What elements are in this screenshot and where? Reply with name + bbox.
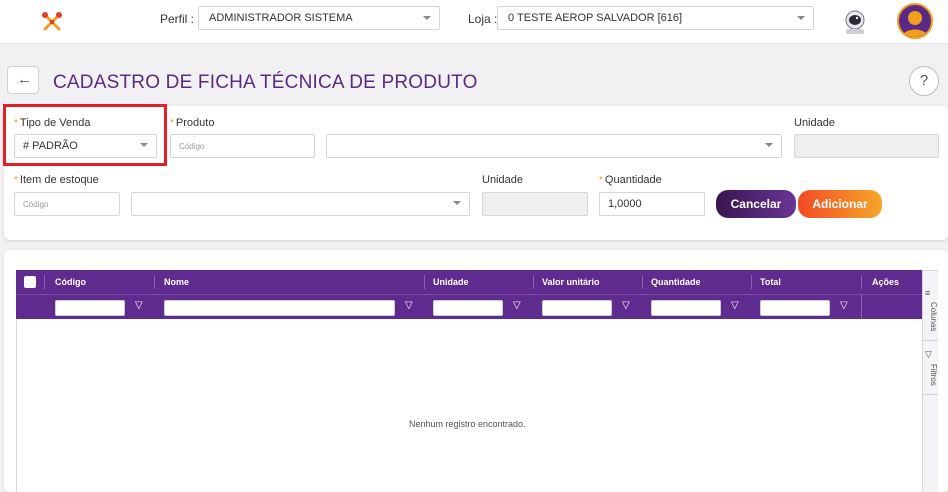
filter-icon[interactable]: ▽ (135, 300, 143, 311)
column-separator (154, 275, 155, 289)
column-separator (751, 275, 752, 289)
grid-filter-row: ▽ ▽ ▽ ▽ ▽ ▽ (16, 294, 938, 320)
food-tools-logo-icon (42, 12, 62, 31)
column-separator (44, 275, 45, 289)
column-separator (642, 275, 643, 289)
astronaut-icon[interactable] (843, 9, 867, 35)
empty-message: Nenhum registro encontrado. (409, 419, 526, 429)
filter-icon[interactable]: ▽ (731, 300, 739, 311)
column-header-codigo[interactable]: Código (55, 277, 86, 287)
item-estoque-select[interactable] (131, 192, 470, 216)
filter-codigo-input[interactable] (55, 300, 125, 316)
item-codigo-input[interactable]: Código (14, 192, 120, 216)
user-icon (902, 11, 928, 37)
filter-icon[interactable]: ▽ (622, 300, 630, 311)
side-separator (922, 394, 938, 395)
cancel-button[interactable]: Cancelar (716, 190, 796, 218)
column-header-valor-unitario[interactable]: Valor unitário (542, 277, 600, 287)
filter-valor-input[interactable] (542, 300, 612, 316)
column-header-unidade[interactable]: Unidade (433, 277, 469, 287)
arrow-left-icon: ← (17, 71, 32, 88)
filter-icon[interactable]: ▽ (840, 300, 848, 311)
chevron-down-icon (423, 16, 431, 20)
item-estoque-label: * Item de estoque (14, 174, 99, 186)
help-button[interactable]: ? (909, 66, 939, 96)
produto-label-text: Produto (175, 117, 215, 129)
select-all-checkbox[interactable] (24, 276, 36, 288)
column-header-acoes: Ações (872, 277, 900, 287)
produto-label: * Produto (170, 117, 214, 129)
quantidade-input[interactable]: 1,0000 (599, 192, 705, 216)
quantidade-label-text: Quantidade (604, 174, 662, 186)
loja-select[interactable]: 0 TESTE AEROP SALVADOR [616] (497, 6, 814, 30)
side-separator (922, 340, 938, 341)
filter-nome-input[interactable] (164, 300, 395, 316)
back-button[interactable]: ← (7, 66, 39, 94)
unidade-label: Unidade (794, 117, 835, 129)
columns-icon[interactable]: ≡ (925, 288, 930, 298)
column-header-nome[interactable]: Nome (164, 277, 189, 287)
column-separator (533, 275, 534, 289)
filter-total-input[interactable] (760, 300, 830, 316)
loja-label: Loja : (468, 12, 498, 26)
perfil-value: ADMINISTRADOR SISTEMA (209, 12, 353, 24)
column-header-total[interactable]: Total (760, 277, 781, 287)
produto-codigo-input[interactable]: Código (170, 134, 315, 158)
column-separator (424, 275, 425, 289)
item-estoque-label-text: Item de estoque (19, 174, 99, 186)
grid-header: Código Nome Unidade Valor unitário Quant… (16, 270, 938, 294)
chevron-down-icon (765, 143, 773, 147)
chevron-down-icon (453, 201, 461, 205)
filter-icon[interactable]: ▽ (513, 300, 521, 311)
perfil-select[interactable]: ADMINISTRADOR SISTEMA (198, 6, 440, 30)
column-separator (861, 295, 862, 320)
filter-icon[interactable]: ▽ (405, 300, 413, 311)
grid-body (16, 319, 922, 492)
item-unidade-input (482, 192, 588, 216)
highlight-box (3, 104, 167, 166)
loja-value: 0 TESTE AEROP SALVADOR [616] (508, 12, 683, 24)
perfil-label: Perfil : (160, 12, 195, 26)
required-mark: * (599, 175, 603, 186)
chevron-down-icon (797, 16, 805, 20)
column-header-quantidade[interactable]: Quantidade (651, 277, 701, 287)
filter-icon[interactable]: ▽ (925, 349, 932, 360)
side-tab-filtros[interactable]: Filtros (922, 362, 938, 386)
page-title: CADASTRO DE FICHA TÉCNICA DE PRODUTO (53, 72, 478, 93)
quantidade-label: * Quantidade (599, 174, 662, 186)
produto-select[interactable] (326, 134, 782, 158)
side-tab-colunas[interactable]: Colunas (922, 300, 938, 331)
filter-quantidade-input[interactable] (651, 300, 721, 316)
top-bar: Perfil : ADMINISTRADOR SISTEMA Loja : 0 … (0, 0, 948, 44)
filter-unidade-input[interactable] (433, 300, 503, 316)
required-mark: * (170, 118, 174, 129)
item-unidade-label: Unidade (482, 174, 523, 186)
column-separator (861, 275, 862, 289)
unidade-input (794, 134, 939, 158)
user-avatar[interactable] (897, 3, 933, 39)
required-mark: * (14, 175, 18, 186)
add-button[interactable]: Adicionar (798, 190, 882, 218)
